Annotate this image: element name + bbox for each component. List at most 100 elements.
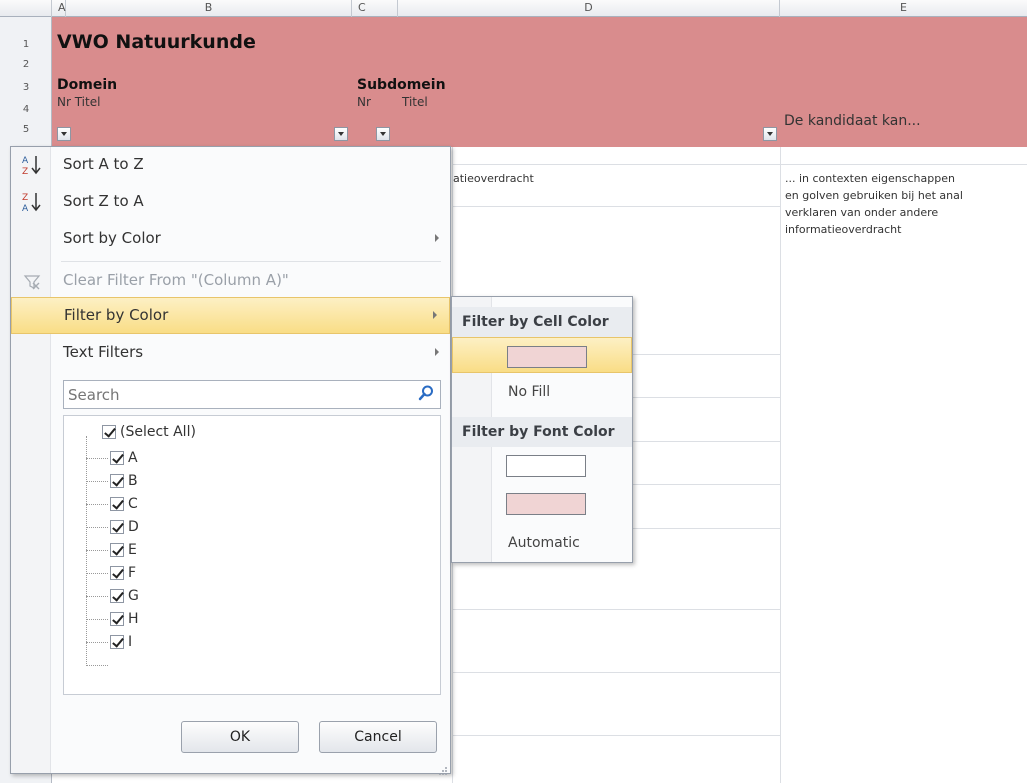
tree-connector [86, 642, 108, 643]
tree-connector [86, 665, 108, 666]
font-color-option-pink[interactable] [452, 485, 632, 521]
row-number-1[interactable]: 1 [0, 39, 52, 50]
cell-e6-line: informatieoverdracht [785, 223, 902, 236]
filter-by-color-submenu: Filter by Cell Color No Fill Filter by F… [451, 296, 633, 563]
menu-item-filter-by-color[interactable]: Filter by Color [11, 297, 450, 334]
domein-subheader[interactable]: Nr Titel [57, 95, 100, 109]
resize-grip-icon[interactable] [438, 761, 448, 775]
domein-header[interactable]: Domein [57, 77, 117, 93]
grid-line [633, 397, 780, 398]
menu-item-text-filters[interactable]: Text Filters [51, 335, 451, 372]
color-swatch [506, 455, 586, 477]
column-header-bar: A B C D E [0, 0, 1027, 17]
search-box[interactable] [63, 380, 441, 409]
tree-connector [86, 458, 108, 459]
column-header-e[interactable]: E [780, 0, 1027, 17]
checkbox-checked-icon[interactable] [110, 497, 124, 511]
grid-line [633, 354, 780, 355]
menu-item-label: Sort A to Z [63, 155, 144, 173]
tree-connector [86, 596, 108, 597]
menu-item-sort-z-to-a[interactable]: Sort Z to A [51, 184, 451, 221]
filter-dropdown-d[interactable] [763, 127, 777, 141]
checkbox-checked-icon[interactable] [110, 566, 124, 580]
row-number-4[interactable]: 4 [0, 104, 52, 115]
cell-e6-line: verklaren van onder andere [785, 206, 939, 219]
cell-e6-line: ... in contexten eigenschappen [785, 172, 955, 185]
clear-filter-icon [23, 273, 41, 291]
autofilter-menu: Sort A to Z A Z Sort Z to A Z A Sort by … [10, 146, 451, 775]
svg-text:A: A [22, 156, 29, 166]
grid-line [633, 484, 780, 485]
select-all-corner[interactable] [0, 0, 52, 17]
menu-item-sort-a-to-z[interactable]: Sort A to Z [51, 147, 451, 184]
grid-line [452, 609, 780, 610]
cell-d6[interactable]: atieoverdracht [453, 170, 534, 187]
font-color-option-white[interactable] [452, 447, 632, 483]
cell-color-option-pink[interactable] [452, 337, 632, 373]
tree-connector [86, 619, 108, 620]
filter-dropdown-a[interactable] [57, 127, 71, 141]
search-input[interactable] [64, 381, 404, 408]
column-header-d[interactable]: D [398, 0, 780, 17]
svg-text:A: A [22, 204, 29, 214]
grid-line [452, 735, 780, 736]
subdomein-nr-header[interactable]: Nr [357, 95, 371, 109]
checklist-item-label: A [128, 450, 138, 466]
checkbox-checked-icon[interactable] [110, 543, 124, 557]
checklist-item-label: E [128, 542, 137, 558]
svg-text:Z: Z [22, 193, 28, 203]
tree-connector [86, 436, 87, 666]
checkbox-checked-icon[interactable] [110, 635, 124, 649]
menu-separator [61, 261, 441, 262]
filter-dropdown-b[interactable] [334, 127, 348, 141]
cancel-button[interactable]: Cancel [319, 721, 437, 753]
checklist-item-label: C [128, 496, 138, 512]
no-fill-option[interactable]: No Fill [508, 384, 550, 400]
menu-item-label: Sort Z to A [63, 192, 144, 210]
sheet-title[interactable]: VWO Natuurkunde [57, 31, 256, 53]
cell-e6[interactable]: ... in contexten eigenschappen en golven… [785, 170, 1027, 238]
subdomein-titel-header[interactable]: Titel [402, 95, 428, 109]
menu-item-sort-by-color[interactable]: Sort by Color [51, 221, 451, 258]
tree-connector [86, 481, 108, 482]
grid-line [780, 147, 781, 783]
row-number-3[interactable]: 3 [0, 82, 52, 93]
column-header-c[interactable]: C [352, 0, 398, 17]
row-number-5[interactable]: 5 [0, 124, 52, 135]
checklist-item-label: D [128, 519, 139, 535]
submenu-arrow-icon [433, 311, 437, 319]
color-swatch [506, 493, 586, 515]
automatic-option[interactable]: Automatic [508, 535, 580, 551]
menu-icon-column [11, 147, 51, 773]
submenu-arrow-icon [435, 348, 439, 356]
checkbox-checked-icon[interactable] [110, 451, 124, 465]
menu-item-label: Sort by Color [63, 229, 161, 247]
value-checklist[interactable]: (Select All) A B C D E F G H I [63, 415, 441, 695]
grid-line [452, 672, 780, 673]
color-swatch [507, 346, 587, 368]
svg-text:Z: Z [22, 167, 28, 177]
checklist-item-label: F [128, 565, 137, 581]
search-icon[interactable] [418, 385, 434, 401]
menu-item-label: Filter by Color [64, 306, 169, 324]
checkbox-checked-icon[interactable] [110, 520, 124, 534]
checkbox-checked-icon[interactable] [110, 474, 124, 488]
checkbox-checked-icon[interactable] [110, 589, 124, 603]
sort-za-icon: Z A [21, 190, 43, 214]
row-number-2[interactable]: 2 [0, 59, 52, 70]
menu-item-clear-filter[interactable]: Clear Filter From "(Column A)" [51, 263, 451, 300]
column-header-b[interactable]: B [66, 0, 352, 17]
checkbox-checked-icon[interactable] [102, 425, 116, 439]
checklist-item-label: (Select All) [120, 424, 196, 440]
checklist-item-label: H [128, 611, 139, 627]
checkbox-checked-icon[interactable] [110, 612, 124, 626]
column-header-a[interactable]: A [52, 0, 66, 17]
filter-dropdown-c[interactable] [376, 127, 390, 141]
kandidaat-header[interactable]: De kandidaat kan... [784, 113, 921, 129]
checklist-item-label: B [128, 473, 138, 489]
grid-line [452, 206, 780, 207]
ok-button[interactable]: OK [181, 721, 299, 753]
filter-by-font-color-heading: Filter by Font Color [452, 417, 632, 447]
subdomein-header[interactable]: Subdomein [357, 77, 446, 93]
tree-connector [86, 550, 108, 551]
